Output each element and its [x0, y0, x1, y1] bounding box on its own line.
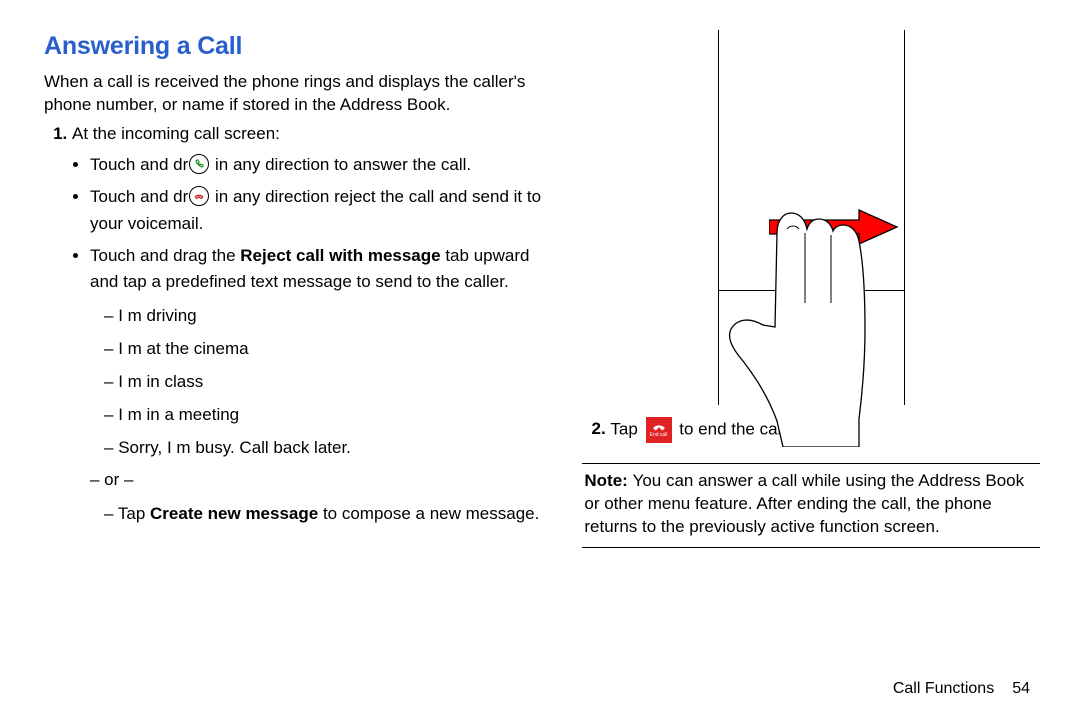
preset-msg: Sorry, I m busy. Call back later. — [104, 434, 542, 461]
preset-msg: I m in a meeting — [104, 401, 542, 428]
preset-msg: I m in class — [104, 368, 542, 395]
section-heading: Answering a Call — [44, 32, 542, 61]
bullet-reject-msg: Touch and drag the Reject call with mess… — [90, 243, 542, 527]
phone-swipe-illustration — [718, 30, 905, 405]
bullet-answer: Touch and dr in any direction to answer … — [90, 152, 542, 178]
step-1: At the incoming call screen: Touch and d… — [72, 123, 542, 527]
intro-text: When a call is received the phone rings … — [44, 71, 542, 117]
note-box: Note: You can answer a call while using … — [582, 463, 1040, 548]
preset-msg: I m at the cinema — [104, 335, 542, 362]
note-text: You can answer a call while using the Ad… — [584, 471, 1024, 536]
reject-call-icon — [189, 186, 209, 206]
bullet-reject: Touch and dr in any direction reject the… — [90, 184, 542, 237]
page-footer: Call Functions54 — [893, 680, 1030, 698]
hand-icon — [691, 207, 901, 447]
preset-msg: I m driving — [104, 302, 542, 329]
end-call-icon: End call — [646, 417, 672, 443]
answer-call-icon — [189, 154, 209, 174]
or-separator: – or – — [90, 467, 542, 493]
create-msg: Tap Create new message to compose a new … — [104, 500, 542, 527]
note-label: Note: — [584, 471, 632, 490]
